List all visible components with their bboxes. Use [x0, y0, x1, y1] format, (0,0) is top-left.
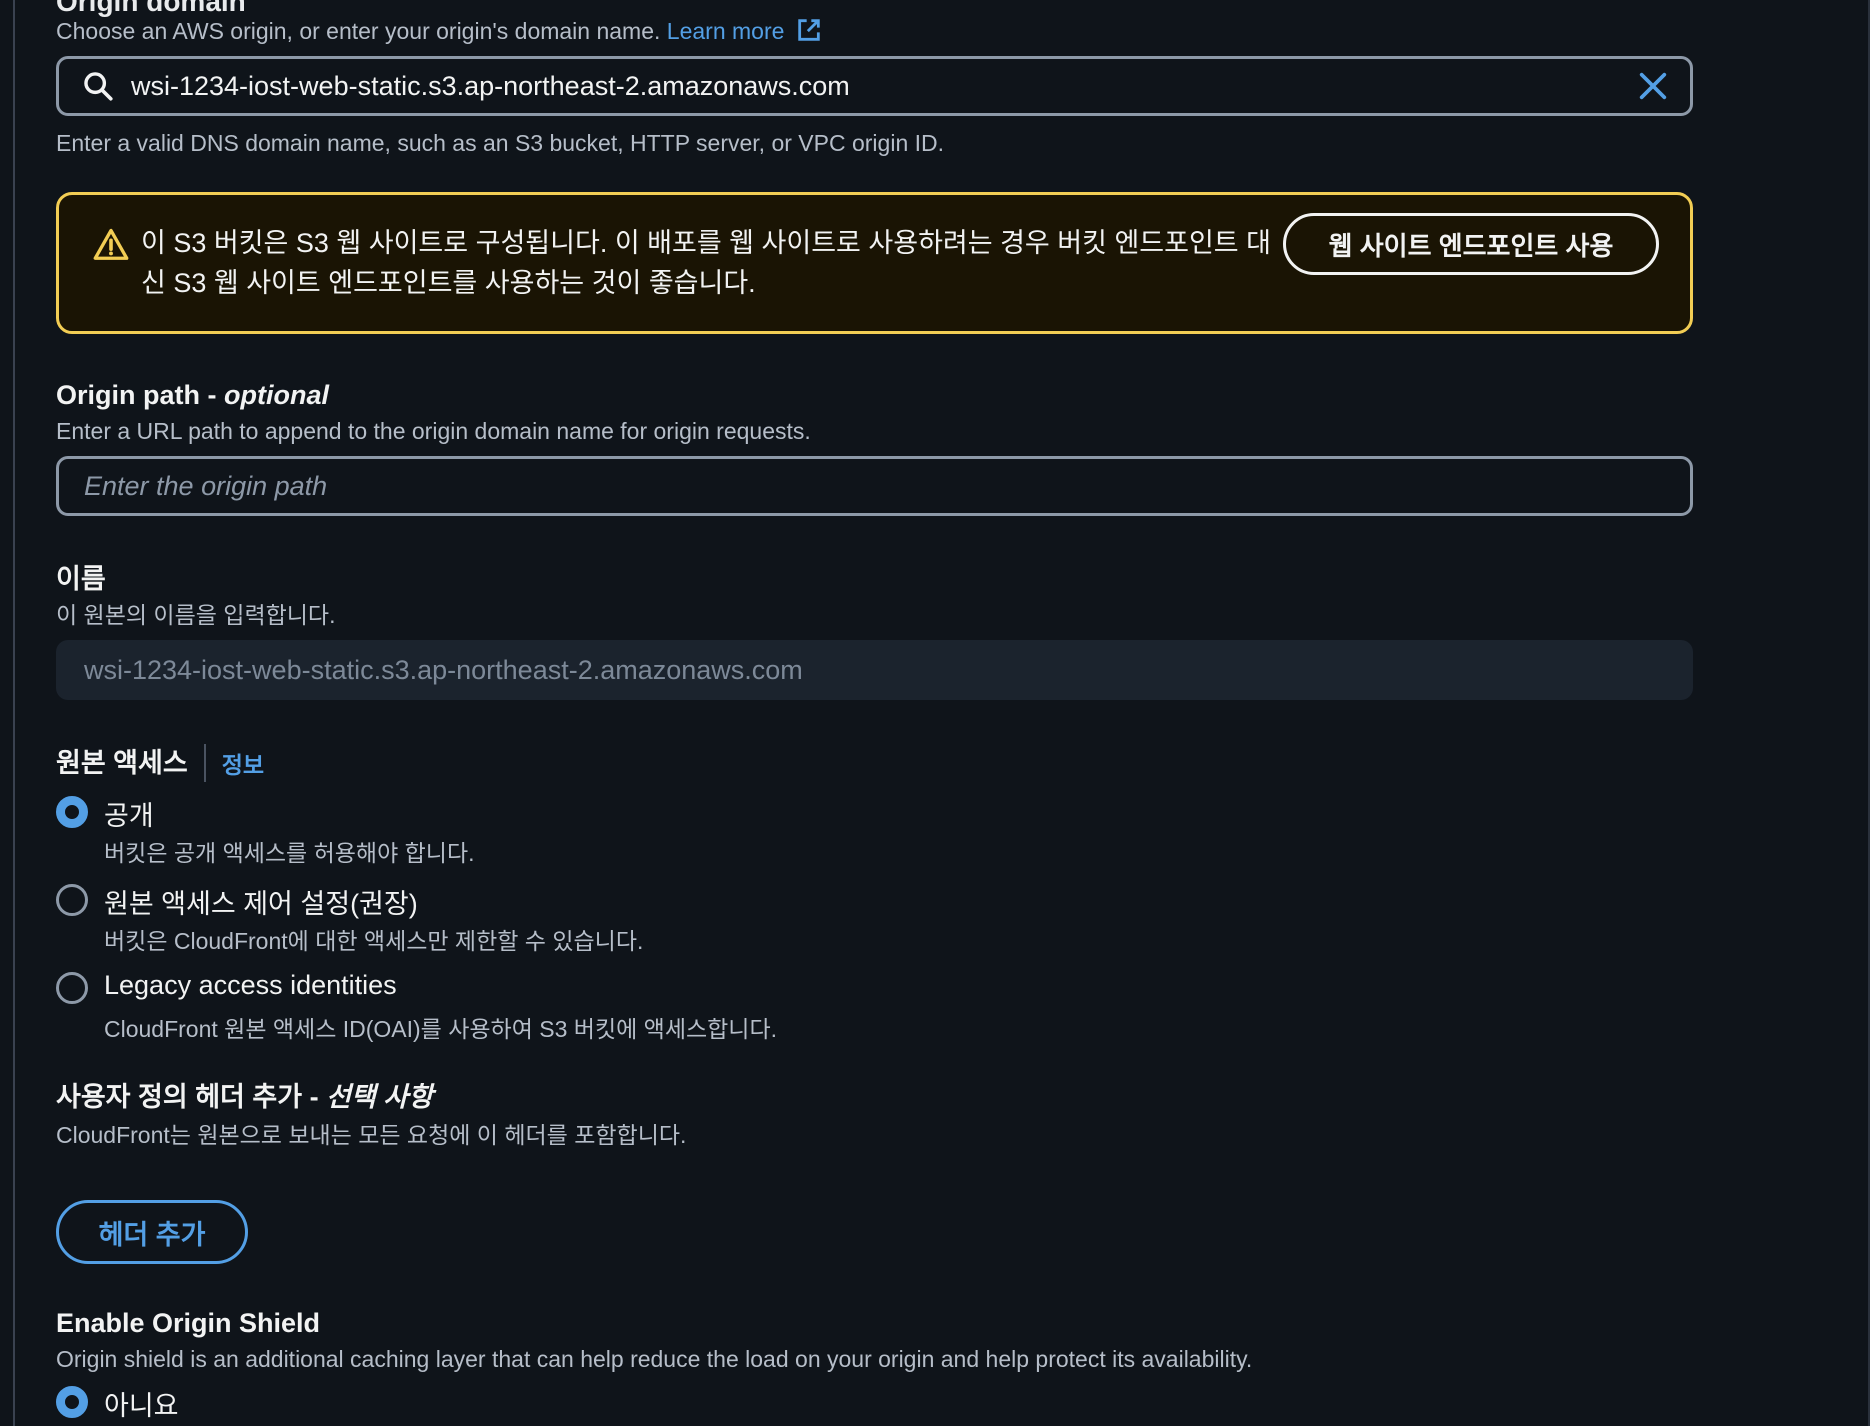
- warning-line-1: 이 S3 버킷은 S3 웹 사이트로 구성됩니다. 이 배포를 웹 사이트로 사…: [141, 228, 1271, 258]
- origin-domain-hint: Enter a valid DNS domain name, such as a…: [56, 130, 945, 156]
- header-divider: [203, 744, 206, 782]
- origin-shield-label: Enable Origin Shield: [56, 1308, 321, 1338]
- custom-headers-description: CloudFront는 원본으로 보내는 모든 요청에 이 헤더를 포함합니다.: [56, 1122, 687, 1148]
- radio-legacy-access-identities-description: CloudFront 원본 액세스 ID(OAI)를 사용하여 S3 버킷에 액…: [104, 1016, 778, 1042]
- radio-origin-access-control-label[interactable]: 원본 액세스 제어 설정(권장): [104, 882, 418, 921]
- origin-path-placeholder: Enter the origin path: [84, 470, 328, 501]
- warning-icon: [93, 228, 129, 260]
- origin-shield-description: Origin shield is an additional caching l…: [56, 1346, 1253, 1372]
- origin-domain-description: Choose an AWS origin, or enter your orig…: [56, 16, 823, 46]
- clear-icon[interactable]: [1636, 69, 1670, 103]
- name-value: wsi-1234-iost-web-static.s3.ap-northeast…: [84, 654, 803, 685]
- external-link-icon: [798, 19, 820, 41]
- origin-access-header: 원본 액세스 정보: [56, 744, 264, 782]
- origin-access-label: 원본 액세스: [56, 748, 188, 778]
- warning-message: 이 S3 버킷은 S3 웹 사이트로 구성됩니다. 이 배포를 웹 사이트로 사…: [141, 223, 1311, 303]
- warning-line-2: 신 S3 웹 사이트 엔드포인트를 사용하는 것이 좋습니다.: [141, 268, 756, 298]
- use-website-endpoint-button[interactable]: 웹 사이트 엔드포인트 사용: [1283, 213, 1659, 275]
- info-link[interactable]: 정보: [222, 746, 264, 780]
- name-description: 이 원본의 이름을 입력합니다.: [56, 602, 336, 628]
- radio-public-description: 버킷은 공개 액세스를 허용해야 합니다.: [104, 840, 475, 866]
- origin-path-input[interactable]: Enter the origin path: [56, 456, 1693, 516]
- left-border: [13, 0, 15, 1426]
- origin-domain-value: wsi-1234-iost-web-static.s3.ap-northeast…: [131, 70, 850, 101]
- name-input[interactable]: wsi-1234-iost-web-static.s3.ap-northeast…: [56, 640, 1693, 700]
- origin-path-description: Enter a URL path to append to the origin…: [56, 418, 811, 444]
- radio-origin-shield-no-label[interactable]: 아니요: [104, 1384, 179, 1423]
- name-label: 이름: [56, 564, 106, 594]
- search-icon: [84, 72, 113, 101]
- radio-legacy-access-identities-label[interactable]: Legacy access identities: [104, 970, 397, 1001]
- radio-public[interactable]: [56, 796, 88, 828]
- radio-public-label[interactable]: 공개: [104, 794, 154, 833]
- learn-more-link[interactable]: Learn more: [667, 18, 823, 44]
- origin-domain-input[interactable]: wsi-1234-iost-web-static.s3.ap-northeast…: [56, 56, 1693, 116]
- radio-origin-shield-no[interactable]: [56, 1386, 88, 1418]
- radio-origin-access-control[interactable]: [56, 884, 88, 916]
- s3-website-warning-alert: 이 S3 버킷은 S3 웹 사이트로 구성됩니다. 이 배포를 웹 사이트로 사…: [56, 192, 1693, 334]
- origin-path-label: Origin path - optional: [56, 380, 329, 410]
- radio-origin-access-control-description: 버킷은 CloudFront에 대한 액세스만 제한할 수 있습니다.: [104, 928, 644, 954]
- radio-legacy-access-identities[interactable]: [56, 972, 88, 1004]
- add-header-button[interactable]: 헤더 추가: [56, 1200, 248, 1264]
- custom-headers-label: 사용자 정의 헤더 추가 - 선택 사항: [56, 1082, 433, 1112]
- origin-domain-description-text: Choose an AWS origin, or enter your orig…: [56, 18, 661, 44]
